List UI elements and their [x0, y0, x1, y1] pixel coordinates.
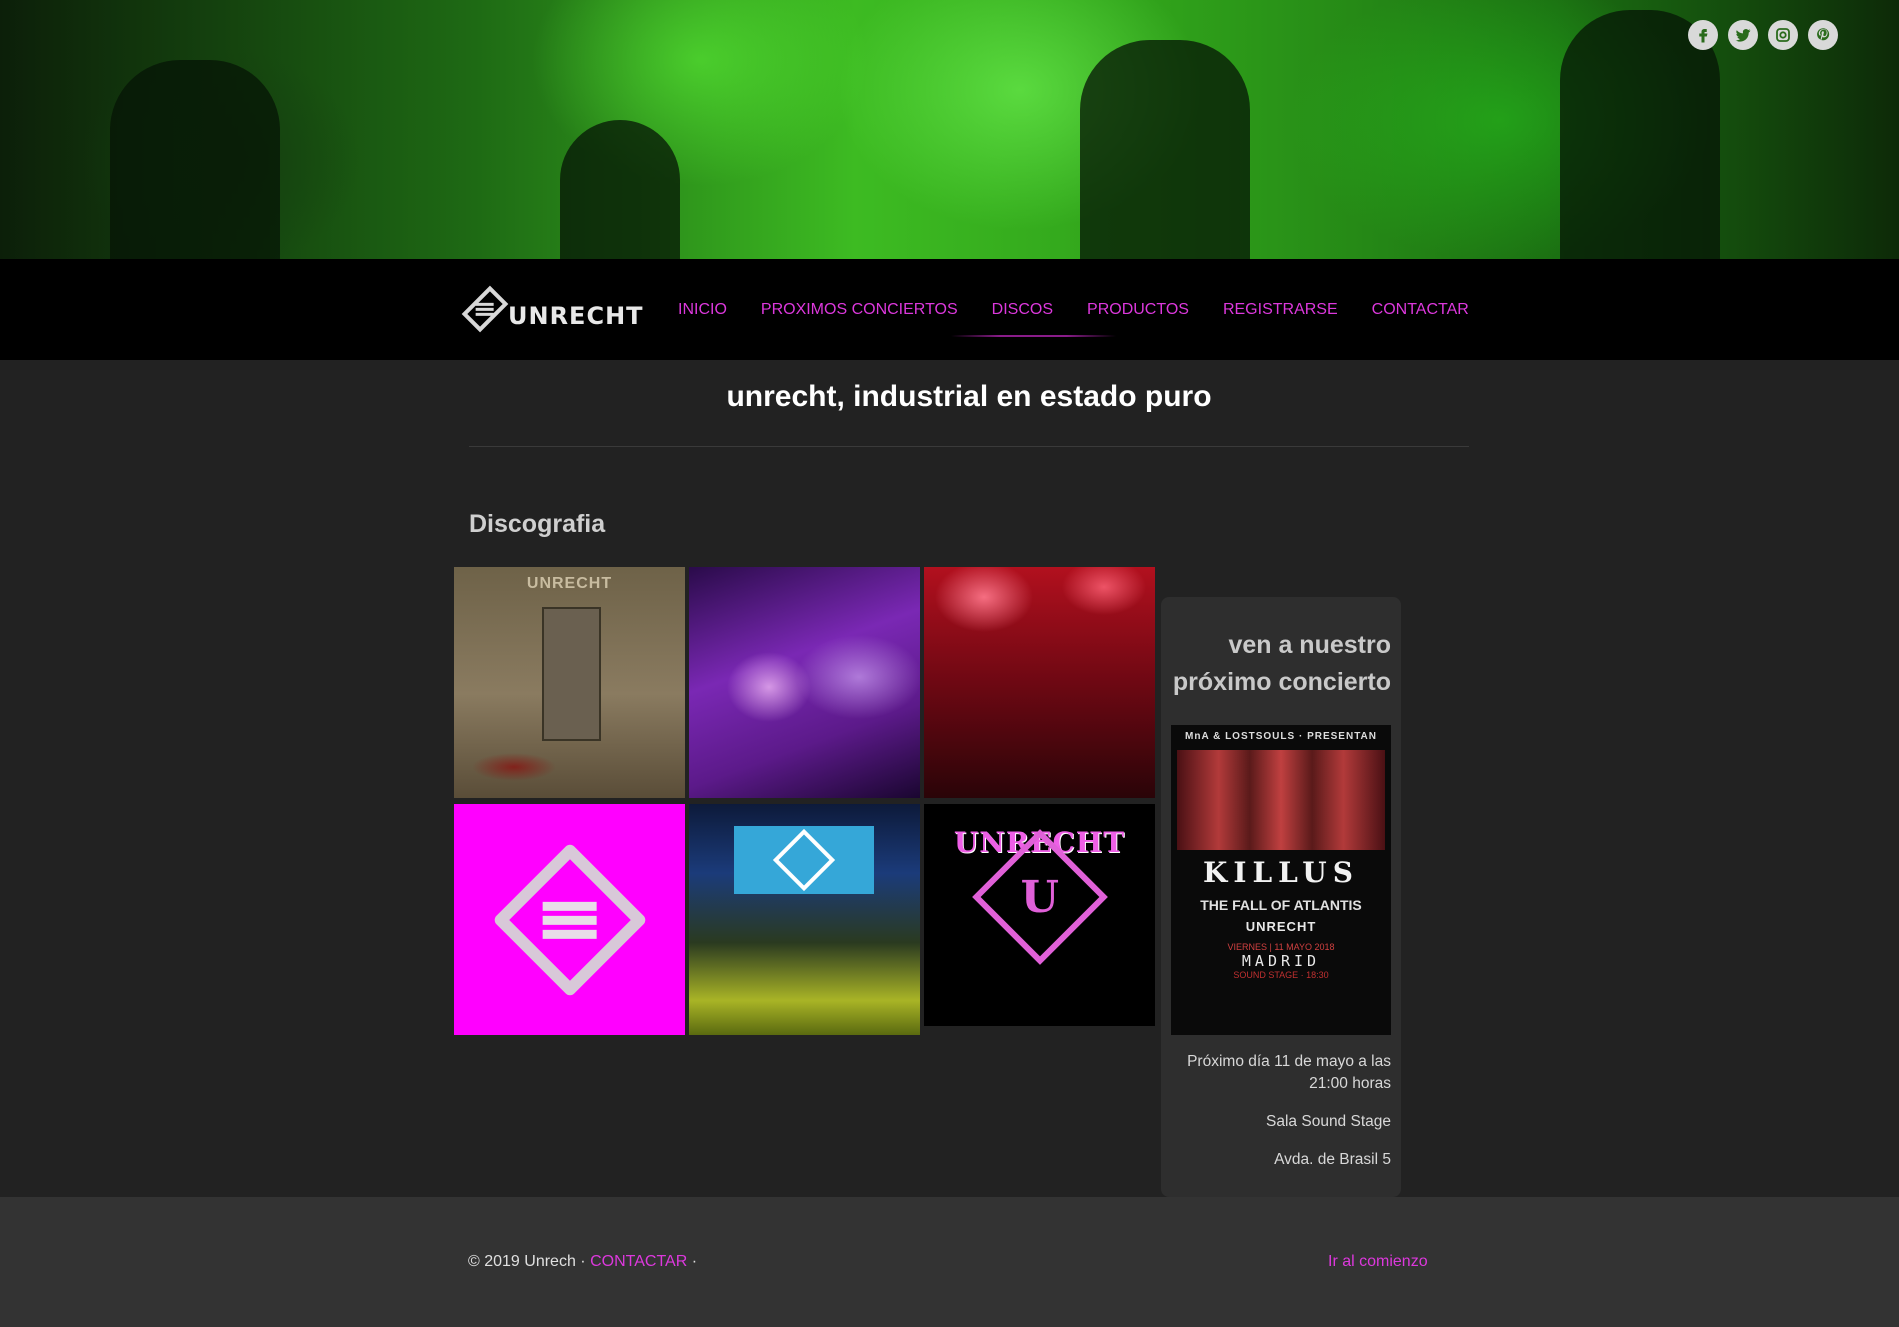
hero-banner — [0, 0, 1899, 259]
album-thumb-live-purple[interactable] — [689, 567, 920, 798]
section-title-discografia: Discografia — [469, 510, 606, 538]
nav-item-registrarse[interactable]: REGISTRARSE — [1206, 259, 1355, 360]
logo-text: UNRECHT — [508, 302, 644, 330]
title-divider — [469, 446, 1469, 447]
concert-venue: Sala Sound Stage — [1266, 1113, 1391, 1130]
emblem-letter: U — [1020, 871, 1059, 922]
concert-poster[interactable]: MnA & LOSTSOULS · PRESENTAN KILLUS THE F… — [1171, 725, 1391, 1035]
poster-headliner: KILLUS — [1203, 856, 1359, 889]
cell-door-image — [542, 607, 601, 741]
footer: © 2019 Unrech · CONTACTAR · Ir al comien… — [0, 1197, 1899, 1327]
hero-band-silhouette — [110, 60, 280, 259]
album-thumb-unrecht-emblem[interactable]: UNRECHT U — [924, 804, 1155, 1026]
instagram-icon[interactable] — [1768, 20, 1798, 50]
album-thumb-live-stage[interactable] — [689, 804, 920, 1035]
hero-band-silhouette — [1080, 40, 1250, 259]
page-title: unrecht, industrial en estado puro — [726, 380, 1212, 413]
concert-address: Avda. de Brasil 5 — [1274, 1151, 1391, 1168]
facebook-icon[interactable] — [1688, 20, 1718, 50]
logo-diamond-icon — [461, 285, 509, 333]
twitter-icon[interactable] — [1728, 20, 1758, 50]
footer-contact-link[interactable]: CONTACTAR — [590, 1253, 687, 1270]
poster-venue: SOUND STAGE · 18:30 — [1233, 970, 1329, 980]
footer-separator: · — [687, 1253, 698, 1270]
nav-item-inicio[interactable]: INICIO — [678, 259, 744, 360]
poster-faces-image — [1177, 750, 1385, 850]
nav-item-contactar[interactable]: CONTACTAR — [1355, 259, 1486, 360]
next-concert-heading-line1: ven a nuestro — [1228, 631, 1391, 659]
next-concert-heading-line2: próximo concierto — [1172, 668, 1391, 696]
poster-date-line: VIERNES | 11 MAYO 2018 — [1227, 942, 1335, 952]
poster-presenters: MnA & LOSTSOULS · PRESENTAN — [1185, 731, 1377, 742]
logo-diamond-icon — [491, 841, 648, 998]
concert-date: Próximo día 11 de mayo a las 21:00 horas — [1187, 1053, 1391, 1092]
pinterest-icon[interactable] — [1808, 20, 1838, 50]
navbar: UNRECHT INICIO PROXIMOS CONCIERTOS DISCO… — [0, 259, 1899, 360]
poster-city: MADRID — [1241, 952, 1321, 970]
social-links — [1688, 20, 1838, 50]
stage-screen-logo — [734, 826, 874, 894]
hero-band-silhouette — [560, 120, 680, 259]
album-thumb-live-red[interactable] — [924, 567, 1155, 798]
back-to-top-link[interactable]: Ir al comienzo — [1328, 1253, 1428, 1271]
main-nav: INICIO PROXIMOS CONCIERTOS DISCOS PRODUC… — [678, 259, 1486, 360]
next-concert-heading: ven a nuestro próximo concierto — [1171, 627, 1391, 701]
footer-copyright-block: © 2019 Unrech · CONTACTAR · — [468, 1253, 697, 1271]
nav-item-proximos-conciertos[interactable]: PROXIMOS CONCIERTOS — [744, 259, 975, 360]
poster-support-band: THE FALL OF ATLANTIS — [1200, 897, 1362, 913]
album-thumb-cell-door[interactable]: UNRECHT — [454, 567, 685, 798]
album-brand-text: UNRECHT — [526, 575, 613, 592]
site-logo[interactable]: UNRECHT — [461, 279, 643, 339]
nav-item-productos[interactable]: PRODUCTOS — [1070, 259, 1206, 360]
nav-item-discos[interactable]: DISCOS — [950, 259, 1117, 360]
footer-copyright: © 2019 Unrech · — [468, 1253, 591, 1270]
poster-band-unrecht: UNRECHT — [1245, 919, 1317, 934]
album-thumb-logo-magenta[interactable] — [454, 804, 685, 1035]
next-concert-panel: ven a nuestro próximo concierto MnA & LO… — [1161, 597, 1401, 1197]
